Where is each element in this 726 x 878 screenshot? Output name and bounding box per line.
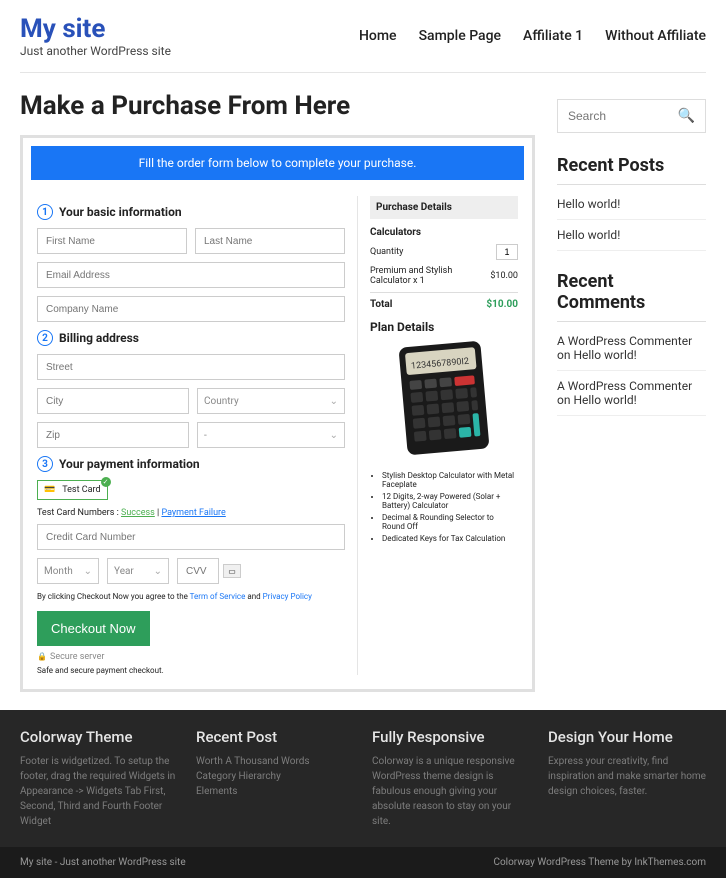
site-tagline: Just another WordPress site <box>20 44 171 58</box>
card-back-icon: ▭ <box>223 564 241 578</box>
step-1-heading: 1 Your basic information <box>37 204 345 220</box>
footer-bar-left: My site - Just another WordPress site <box>20 857 186 868</box>
first-name-input[interactable] <box>37 228 187 254</box>
recent-post-link[interactable]: Hello world! <box>557 189 706 220</box>
footer-recent-post-link[interactable]: Elements <box>196 784 354 799</box>
search-icon[interactable]: 🔍 <box>678 108 695 124</box>
test-success-link[interactable]: Success <box>121 508 155 518</box>
year-select[interactable]: Year <box>107 558 169 584</box>
plan-details-heading: Plan Details <box>370 320 518 334</box>
step-2-number: 2 <box>37 330 53 346</box>
plan-bullet: Decimal & Rounding Selector to Round Off <box>382 513 518 531</box>
month-select[interactable]: Month <box>37 558 99 584</box>
footer-col-4-body: Express your creativity, find inspiratio… <box>548 754 706 799</box>
tos-link[interactable]: Term of Service <box>190 592 246 601</box>
test-card-line: Test Card Numbers : Success | Payment Fa… <box>37 508 345 518</box>
step-2-heading: 2 Billing address <box>37 330 345 346</box>
plan-bullets: Stylish Desktop Calculator with Metal Fa… <box>370 471 518 543</box>
street-input[interactable] <box>37 354 345 380</box>
plan-bullet: 12 Digits, 2-way Powered (Solar + Batter… <box>382 492 518 510</box>
email-input[interactable] <box>37 262 345 288</box>
line-item: Premium and Stylish Calculator x 1 <box>370 266 460 286</box>
site-title[interactable]: My site <box>20 14 171 44</box>
state-select[interactable]: - <box>197 422 345 448</box>
lock-icon <box>37 652 50 662</box>
total-label: Total <box>370 299 392 310</box>
nav-sample-page[interactable]: Sample Page <box>419 28 501 44</box>
footer-recent-post-link[interactable]: Worth A Thousand Words <box>196 754 354 769</box>
nav-without-affiliate[interactable]: Without Affiliate <box>605 28 706 44</box>
step-1-label: Your basic information <box>59 205 182 219</box>
footer-col-3-heading: Fully Responsive <box>372 728 530 746</box>
step-3-heading: 3 Your payment information <box>37 456 345 472</box>
card-number-input[interactable] <box>37 524 345 550</box>
test-failure-link[interactable]: Payment Failure <box>161 508 225 518</box>
privacy-link[interactable]: Privacy Policy <box>263 592 312 601</box>
purchase-details-heading: Purchase Details <box>370 196 518 219</box>
plan-bullet: Dedicated Keys for Tax Calculation <box>382 534 518 543</box>
recent-posts-heading: Recent Posts <box>557 155 706 176</box>
quantity-label: Quantity <box>370 247 403 257</box>
page-title: Make a Purchase From Here <box>20 91 535 121</box>
card-chip-label: Test Card <box>62 485 100 495</box>
secure-note: Safe and secure payment checkout. <box>37 666 345 675</box>
step-2-label: Billing address <box>59 331 139 345</box>
footer-bar-right: Colorway WordPress Theme by InkThemes.co… <box>493 857 706 868</box>
step-3-label: Your payment information <box>59 457 200 471</box>
footer-col-1-heading: Colorway Theme <box>20 728 178 746</box>
recent-post-link[interactable]: Hello world! <box>557 220 706 251</box>
step-3-number: 3 <box>37 456 53 472</box>
recent-comment-link[interactable]: A WordPress Commenter on Hello world! <box>557 326 706 371</box>
tos-text: By clicking Checkout Now you agree to th… <box>37 592 345 601</box>
checkout-button[interactable]: Checkout Now <box>37 611 150 646</box>
nav-home[interactable]: Home <box>359 28 397 44</box>
product-image: 1234567890I2 <box>370 338 518 461</box>
order-banner: Fill the order form below to complete yo… <box>31 146 524 180</box>
step-1-number: 1 <box>37 204 53 220</box>
order-form: Fill the order form below to complete yo… <box>20 135 535 692</box>
plan-bullet: Stylish Desktop Calculator with Metal Fa… <box>382 471 518 489</box>
footer-recent-post-link[interactable]: Category Hierarchy <box>196 769 354 784</box>
primary-nav: Home Sample Page Affiliate 1 Without Aff… <box>359 28 706 44</box>
country-select[interactable]: Country <box>197 388 345 414</box>
recent-comment-link[interactable]: A WordPress Commenter on Hello world! <box>557 371 706 416</box>
cvv-input[interactable] <box>177 558 219 584</box>
total-value: $10.00 <box>486 299 518 310</box>
footer-col-1-body: Footer is widgetized. To setup the foote… <box>20 754 178 829</box>
company-input[interactable] <box>37 296 345 322</box>
line-item-price: $10.00 <box>490 271 518 281</box>
zip-input[interactable] <box>37 422 189 448</box>
quantity-input[interactable] <box>496 244 518 260</box>
site-header: My site Just another WordPress site Home… <box>0 0 726 72</box>
recent-comments-heading: Recent Comments <box>557 271 706 313</box>
payment-method-chip[interactable]: Test Card <box>37 480 108 500</box>
search-input[interactable] <box>568 109 678 123</box>
product-name: Calculators <box>370 227 518 238</box>
secure-server: Secure server <box>37 652 345 662</box>
last-name-input[interactable] <box>195 228 345 254</box>
footer-col-3-body: Colorway is a unique responsive WordPres… <box>372 754 530 829</box>
footer-col-4-heading: Design Your Home <box>548 728 706 746</box>
credit-card-icon <box>44 485 58 495</box>
footer-col-2-heading: Recent Post <box>196 728 354 746</box>
calculator-icon: 1234567890I2 <box>389 338 499 458</box>
nav-affiliate-1[interactable]: Affiliate 1 <box>523 28 583 44</box>
city-input[interactable] <box>37 388 189 414</box>
footer: Colorway Theme Footer is widgetized. To … <box>0 710 726 847</box>
search-widget: 🔍 <box>557 99 706 133</box>
